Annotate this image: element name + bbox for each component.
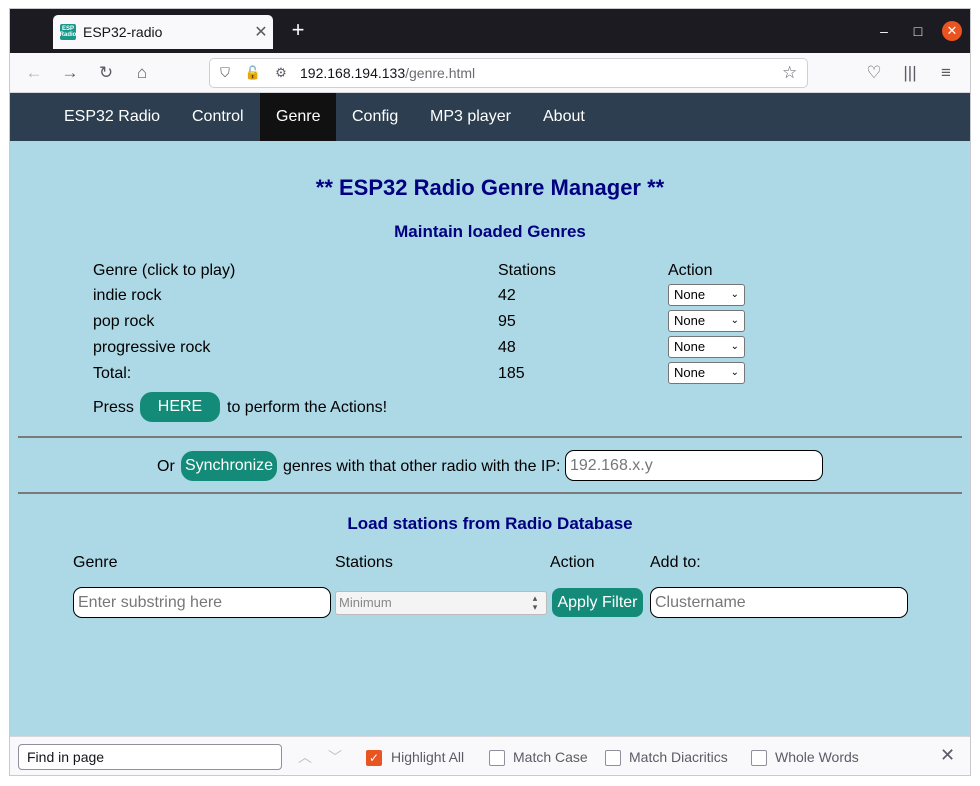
nav-item-config[interactable]: Config xyxy=(336,93,414,141)
stations-column-header: Stations xyxy=(498,262,556,279)
insecure-lock-icon[interactable]: 🔓 xyxy=(244,64,262,82)
whole-words-checkbox[interactable] xyxy=(751,750,767,766)
find-bar: Find in page ︿ ﹀ ✓ Highlight All Match C… xyxy=(10,736,970,775)
addto-label: Add to: xyxy=(650,554,701,571)
match-diacritics-checkbox[interactable] xyxy=(605,750,621,766)
close-tab-icon[interactable]: ✕ xyxy=(249,22,273,42)
stations-count: 42 xyxy=(498,287,516,304)
genre-filter-label: Genre xyxy=(73,554,118,571)
chevron-down-icon: ⌄ xyxy=(730,341,739,352)
ip-input[interactable]: 192.168.x.y xyxy=(565,450,823,481)
forward-arrow-icon[interactable]: → xyxy=(59,62,81,84)
action-select[interactable]: None ⌄ xyxy=(668,310,745,332)
chevron-down-icon: ⌄ xyxy=(730,289,739,300)
permissions-icon[interactable]: ⚙ xyxy=(272,64,290,82)
synchronize-button[interactable]: Synchronize xyxy=(181,451,277,481)
total-stations: 185 xyxy=(498,365,525,382)
shield-icon[interactable]: ⛉ xyxy=(216,64,234,82)
nav-item-genre[interactable]: Genre xyxy=(260,93,337,141)
stations-minimum-stepper[interactable]: Minimum ▴ ▾ xyxy=(335,591,547,615)
stations-count: 95 xyxy=(498,313,516,330)
reload-icon[interactable]: ↻ xyxy=(95,62,117,84)
chevron-down-icon: ⌄ xyxy=(730,367,739,378)
genre-link-pop-rock[interactable]: pop rock xyxy=(93,313,154,331)
new-tab-plus-icon[interactable]: + xyxy=(286,19,310,43)
home-icon[interactable]: ⌂ xyxy=(131,62,153,84)
minimize-icon[interactable]: – xyxy=(874,21,894,41)
whole-words-label[interactable]: Whole Words xyxy=(775,749,859,765)
load-heading: Load stations from Radio Database xyxy=(347,514,633,533)
divider xyxy=(18,492,962,494)
genre-column-header: Genre (click to play) xyxy=(93,262,236,279)
action-select[interactable]: None ⌄ xyxy=(668,336,745,358)
total-label: Total: xyxy=(93,365,132,382)
genre-link-progressive-rock[interactable]: progressive rock xyxy=(93,339,210,357)
genre-link-indie-rock[interactable]: indie rock xyxy=(93,287,161,305)
tab-title: ESP32-radio xyxy=(83,24,163,40)
match-case-label[interactable]: Match Case xyxy=(513,749,588,765)
find-previous-icon[interactable]: ︿ xyxy=(298,747,312,767)
here-button[interactable]: HERE xyxy=(140,392,220,422)
chevron-down-icon: ⌄ xyxy=(730,315,739,326)
nav-item-mp3-player[interactable]: MP3 player xyxy=(414,93,527,141)
site-nav: ESP32 Radio Control Genre Config MP3 pla… xyxy=(10,93,970,141)
tab-esp32-radio[interactable]: ESP Radio ESP32-radio ✕ xyxy=(53,15,273,49)
apply-filter-button[interactable]: Apply Filter xyxy=(552,588,643,617)
nav-item-about[interactable]: About xyxy=(527,93,601,141)
nav-item-control[interactable]: Control xyxy=(176,93,260,141)
stations-filter-label: Stations xyxy=(335,554,393,571)
library-icon[interactable]: ||| xyxy=(899,62,921,84)
stations-count: 48 xyxy=(498,339,516,356)
browser-window: ESP Radio ESP32-radio ✕ + – □ ✕ ← → ↻ ⌂ … xyxy=(9,8,971,776)
page-content: ESP32 Radio Control Genre Config MP3 pla… xyxy=(10,93,970,736)
or-text: Or xyxy=(157,458,175,475)
clustername-input[interactable]: Clustername xyxy=(650,587,908,618)
tab-strip: ESP Radio ESP32-radio ✕ + – □ ✕ xyxy=(10,9,970,53)
action-select[interactable]: None ⌄ xyxy=(668,362,745,384)
genre-filter-input[interactable]: Enter substring here xyxy=(73,587,331,618)
find-next-icon[interactable]: ﹀ xyxy=(328,747,342,767)
maximize-icon[interactable]: □ xyxy=(908,21,928,41)
perform-text: to perform the Actions! xyxy=(227,399,388,416)
action-filter-label: Action xyxy=(550,554,595,571)
divider xyxy=(18,436,962,438)
close-findbar-icon[interactable]: ✕ xyxy=(940,745,955,766)
match-diacritics-label[interactable]: Match Diacritics xyxy=(629,749,728,765)
back-arrow-icon[interactable]: ← xyxy=(23,62,45,84)
nav-item-esp32-radio[interactable]: ESP32 Radio xyxy=(48,93,176,141)
window-close-icon[interactable]: ✕ xyxy=(942,21,962,41)
url-bar[interactable]: ⛉ 🔓 ⚙ 192.168.194.133/genre.html ☆ xyxy=(209,58,808,88)
action-select[interactable]: None ⌄ xyxy=(668,284,745,306)
bookmark-star-icon[interactable]: ☆ xyxy=(782,63,797,83)
highlight-all-checkbox[interactable]: ✓ xyxy=(366,750,382,766)
menu-hamburger-icon[interactable]: ≡ xyxy=(935,62,957,84)
nav-toolbar: ← → ↻ ⌂ ⛉ 🔓 ⚙ 192.168.194.133/genre.html… xyxy=(10,53,970,93)
pocket-icon[interactable]: ♡ xyxy=(863,62,885,84)
maintain-heading: Maintain loaded Genres xyxy=(394,222,586,241)
match-case-checkbox[interactable] xyxy=(489,750,505,766)
find-in-page-input[interactable]: Find in page xyxy=(18,744,282,770)
page-title: ** ESP32 Radio Genre Manager ** xyxy=(315,175,665,200)
stepper-arrows-icon[interactable]: ▴ ▾ xyxy=(528,594,542,612)
highlight-all-label[interactable]: Highlight All xyxy=(391,749,464,765)
press-text: Press xyxy=(93,399,134,416)
sync-text: genres with that other radio with the IP… xyxy=(283,458,561,475)
url-text: 192.168.194.133/genre.html xyxy=(300,65,476,81)
radio-favicon-icon: ESP Radio xyxy=(59,24,77,40)
action-column-header: Action xyxy=(668,262,713,279)
